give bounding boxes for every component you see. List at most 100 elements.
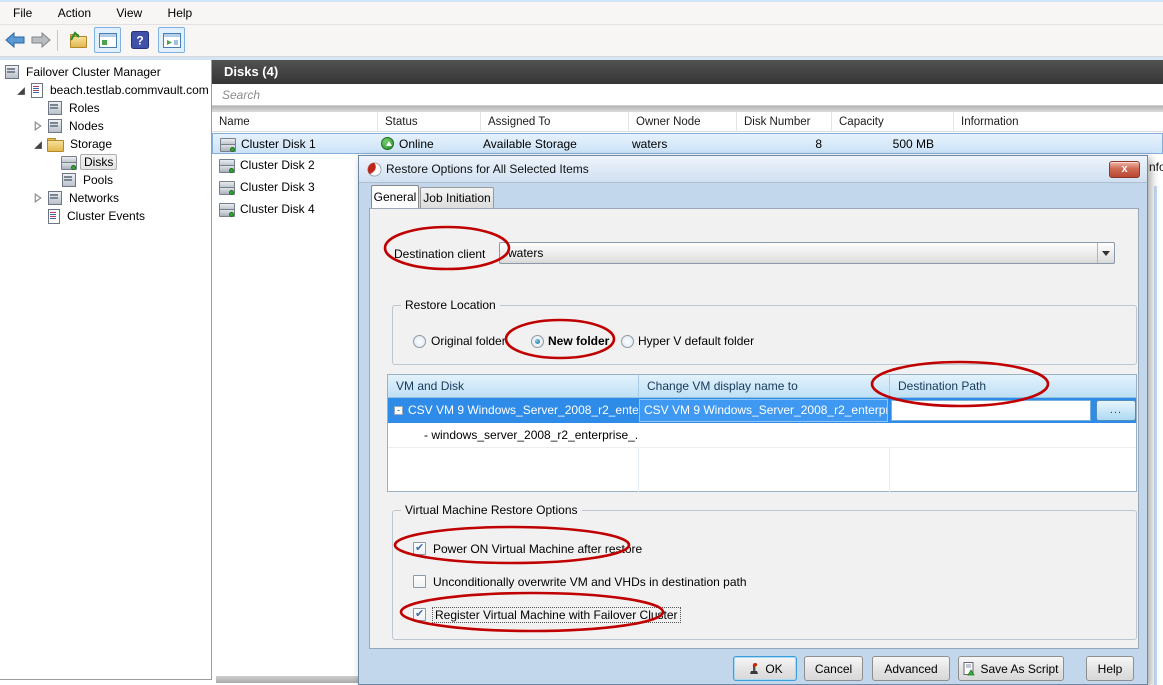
help-icon[interactable]: ?: [128, 28, 152, 52]
vm-mapping-table: VM and Disk Change VM display name to De…: [387, 374, 1137, 492]
networks-icon: [47, 191, 62, 205]
tab-general[interactable]: General: [371, 185, 419, 208]
register-failover-checkbox[interactable]: [413, 608, 426, 621]
disk-name: Cluster Disk 2: [240, 155, 315, 176]
right-edge-strip: [1154, 186, 1157, 685]
save-as-script-button-label: Save As Script: [980, 662, 1058, 676]
hyperv-default-folder-radio[interactable]: [621, 335, 634, 348]
cluster-icon: [30, 83, 43, 98]
hyperv-default-folder-label[interactable]: Hyper V default folder: [638, 334, 754, 348]
tree-item-nodes[interactable]: Nodes: [47, 117, 107, 135]
menu-help[interactable]: Help: [157, 2, 204, 25]
original-folder-radio[interactable]: [413, 335, 426, 348]
vm-disk-cell: - windows_server_2008_r2_enterprise_...: [388, 423, 638, 448]
help-button-label: Help: [1098, 662, 1123, 676]
cancel-button[interactable]: Cancel: [804, 656, 863, 681]
advanced-button[interactable]: Advanced: [872, 656, 950, 681]
tree-item-disks[interactable]: Disks: [61, 153, 117, 171]
toolbar: ?: [0, 25, 1163, 57]
tree-item-label: Roles: [66, 101, 103, 115]
collapsed-arrow-icon[interactable]: [33, 121, 43, 131]
power-on-label[interactable]: Power ON Virtual Machine after restore: [433, 542, 642, 556]
new-folder-radio[interactable]: [531, 335, 544, 348]
tree-item-cluster[interactable]: beach.testlab.commvault.com: [30, 81, 212, 99]
roles-icon: [47, 101, 62, 115]
online-status-icon: [381, 137, 394, 150]
console-tree-pane: Failover Cluster Manager beach.testlab.c…: [0, 60, 212, 680]
menu-view[interactable]: View: [105, 2, 153, 25]
tree-item-label: Disks: [80, 154, 117, 170]
advanced-button-label: Advanced: [884, 662, 937, 676]
vm-display-name-cell[interactable]: CSV VM 9 Windows_Server_2008_r2_enterpri…: [639, 399, 888, 422]
table-row-vm-disk[interactable]: - windows_server_2008_r2_enterprise_...: [388, 423, 1136, 448]
show-action-pane-icon[interactable]: [158, 27, 185, 53]
destination-client-label: Destination client: [394, 247, 485, 261]
tree-item-label: Storage: [67, 137, 115, 151]
expanded-arrow-icon[interactable]: [33, 140, 43, 150]
dialog-title-bar[interactable]: Restore Options for All Selected Items x: [359, 156, 1147, 183]
table-row-cluster-disk-1[interactable]: Cluster Disk 1 Online Available Storage …: [212, 133, 1163, 154]
column-header-capacity[interactable]: Capacity: [831, 112, 953, 132]
disk-number: 8: [737, 134, 822, 155]
chevron-down-icon[interactable]: [1097, 243, 1114, 263]
storage-folder-icon: [47, 138, 63, 151]
column-header-assigned-to[interactable]: Assigned To: [480, 112, 628, 132]
tab-job-initiation[interactable]: Job Initiation: [420, 187, 494, 208]
vm-restore-options-group: Virtual Machine Restore Options Power ON…: [392, 510, 1137, 640]
browse-button[interactable]: ...: [1096, 400, 1136, 421]
tree-item-label: Cluster Events: [64, 209, 148, 223]
column-header-vm-and-disk[interactable]: VM and Disk: [388, 375, 638, 398]
vm-and-disk-cell[interactable]: -CSV VM 9 Windows_Server_2008_r2_enterp.…: [388, 398, 638, 423]
menu-action[interactable]: Action: [47, 2, 102, 25]
save-as-script-button[interactable]: Save As Script: [958, 656, 1064, 681]
tree-item-failover-cluster-manager[interactable]: Failover Cluster Manager: [4, 63, 164, 81]
ok-stamp-icon: [747, 662, 761, 676]
power-on-checkbox[interactable]: [413, 542, 426, 555]
show-console-tree-icon[interactable]: [94, 27, 121, 53]
disks-icon: [61, 156, 76, 169]
vm-restore-options-label: Virtual Machine Restore Options: [401, 503, 582, 517]
collapsed-arrow-icon[interactable]: [33, 193, 43, 203]
ok-button[interactable]: OK: [733, 656, 797, 681]
back-arrow-icon[interactable]: [3, 28, 27, 52]
cluster-manager-icon: [4, 65, 19, 79]
disks-panel-title-text: Disks (4): [224, 64, 278, 79]
dialog-title: Restore Options for All Selected Items: [386, 156, 589, 183]
column-header-status[interactable]: Status: [377, 112, 480, 132]
tree-item-roles[interactable]: Roles: [47, 99, 103, 117]
column-header-name[interactable]: Name: [212, 112, 377, 132]
menu-file[interactable]: File: [2, 2, 43, 25]
close-icon[interactable]: x: [1109, 161, 1140, 178]
restore-location-group: Restore Location Original folder New fol…: [392, 305, 1137, 365]
destination-path-input[interactable]: [891, 400, 1091, 421]
tree-item-pools[interactable]: Pools: [61, 171, 116, 189]
column-header-destination-path[interactable]: Destination Path: [889, 375, 1138, 398]
tree-item-storage[interactable]: Storage: [47, 135, 115, 153]
collapse-expander-icon[interactable]: -: [394, 406, 403, 415]
svg-text:?: ?: [136, 34, 143, 48]
pools-icon: [61, 173, 76, 187]
original-folder-label[interactable]: Original folder: [431, 334, 506, 348]
tree-item-networks[interactable]: Networks: [47, 189, 122, 207]
tree-item-label: Networks: [66, 191, 122, 205]
export-folder-icon[interactable]: [66, 28, 90, 52]
cancel-button-label: Cancel: [815, 662, 852, 676]
horizontal-scrollbar[interactable]: [216, 676, 358, 683]
column-header-disk-number[interactable]: Disk Number: [736, 112, 831, 132]
expanded-arrow-icon[interactable]: [16, 86, 26, 96]
new-folder-label[interactable]: New folder: [548, 334, 609, 348]
disk-status: Online: [381, 134, 434, 155]
column-header-owner-node[interactable]: Owner Node: [628, 112, 736, 132]
column-header-information[interactable]: Information: [953, 112, 1163, 132]
disk-icon: [219, 202, 234, 223]
table-row-vm[interactable]: -CSV VM 9 Windows_Server_2008_r2_enterp.…: [388, 398, 1136, 423]
tree-item-cluster-events[interactable]: Cluster Events: [47, 207, 148, 225]
forward-arrow-icon[interactable]: [29, 28, 53, 52]
register-failover-label[interactable]: Register Virtual Machine with Failover C…: [433, 608, 680, 622]
destination-client-dropdown[interactable]: waters: [499, 242, 1115, 264]
help-button[interactable]: Help: [1086, 656, 1134, 681]
search-input[interactable]: [212, 84, 1163, 105]
overwrite-checkbox[interactable]: [413, 575, 426, 588]
overwrite-label[interactable]: Unconditionally overwrite VM and VHDs in…: [433, 575, 747, 589]
column-header-change-vm-display-name[interactable]: Change VM display name to: [638, 375, 889, 398]
